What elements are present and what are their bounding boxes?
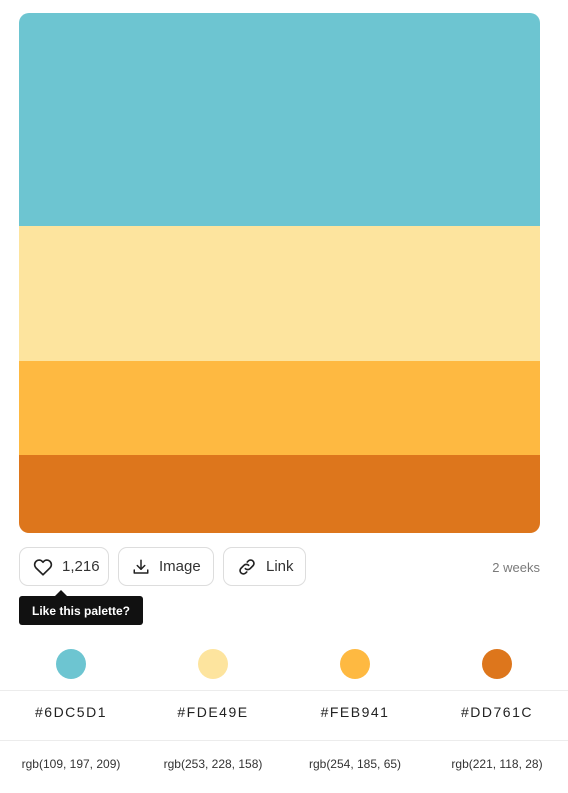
hex-code[interactable]: #6DC5D1 xyxy=(0,704,142,720)
hex-code[interactable]: #FDE49E xyxy=(142,704,284,720)
link-icon xyxy=(237,557,257,577)
divider xyxy=(0,690,568,691)
like-count: 1,216 xyxy=(62,558,100,575)
color-swatches xyxy=(0,643,568,679)
palette-preview[interactable] xyxy=(19,13,540,533)
palette-band-2[interactable] xyxy=(19,226,540,361)
rgb-code[interactable]: rgb(253, 228, 158) xyxy=(142,757,284,771)
palette-actions: 1,216 Image Link xyxy=(19,547,306,586)
divider xyxy=(0,740,568,741)
palette-band-3[interactable] xyxy=(19,361,540,455)
rgb-codes-row: rgb(109, 197, 209) rgb(253, 228, 158) rg… xyxy=(0,757,568,771)
like-tooltip: Like this palette? xyxy=(19,590,143,625)
rgb-code[interactable]: rgb(221, 118, 28) xyxy=(426,757,568,771)
image-button-label: Image xyxy=(159,558,201,575)
palette-age: 2 weeks xyxy=(492,560,540,575)
swatch-dot-3[interactable] xyxy=(340,649,370,679)
rgb-code[interactable]: rgb(109, 197, 209) xyxy=(0,757,142,771)
heart-icon xyxy=(33,558,53,576)
swatch-dot-4[interactable] xyxy=(482,649,512,679)
hex-codes-row: #6DC5D1 #FDE49E #FEB941 #DD761C xyxy=(0,704,568,720)
palette-band-1[interactable] xyxy=(19,13,540,226)
palette-band-4[interactable] xyxy=(19,455,540,533)
hex-code[interactable]: #DD761C xyxy=(426,704,568,720)
rgb-code[interactable]: rgb(254, 185, 65) xyxy=(284,757,426,771)
swatch-dot-1[interactable] xyxy=(56,649,86,679)
link-button-label: Link xyxy=(266,558,294,575)
copy-link-button[interactable]: Link xyxy=(223,547,306,586)
download-icon xyxy=(132,558,150,576)
image-download-button[interactable]: Image xyxy=(118,547,214,586)
swatch-dot-2[interactable] xyxy=(198,649,228,679)
hex-code[interactable]: #FEB941 xyxy=(284,704,426,720)
like-button[interactable]: 1,216 xyxy=(19,547,109,586)
